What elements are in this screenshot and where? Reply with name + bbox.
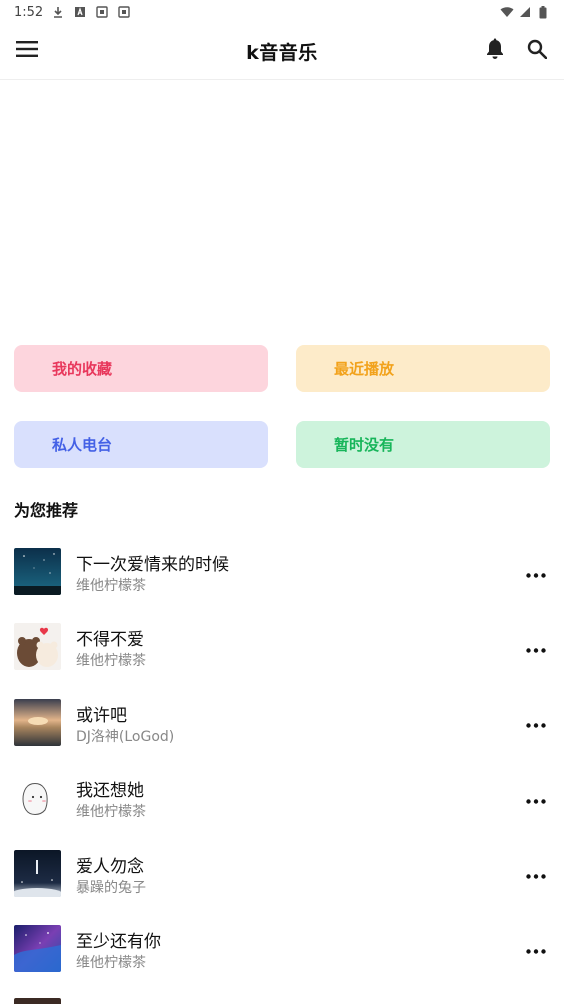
favorites-button[interactable]: 我的收藏 [14, 345, 268, 392]
more-horizontal-icon [526, 713, 546, 732]
more-button[interactable] [522, 860, 550, 888]
download-icon [51, 5, 65, 19]
more-horizontal-icon [526, 789, 546, 808]
song-title: 不得不爱 [76, 630, 144, 651]
album-cover [14, 774, 61, 822]
song-title: 至少还有你 [76, 931, 161, 952]
song-title: 下一次爱情来的时候 [76, 555, 229, 575]
song-item[interactable]: 至少还有你 维他柠檬茶 [0, 917, 564, 992]
sim-icon [95, 5, 109, 19]
a-box-icon [73, 5, 87, 19]
private-radio-button[interactable]: 私人电台 [14, 421, 268, 468]
more-button[interactable] [522, 558, 550, 586]
more-horizontal-icon [526, 638, 546, 657]
song-artist: 维他柠檬茶 [76, 653, 146, 670]
status-time: 1:52 [14, 4, 44, 20]
song-artist: 暴躁的兔子 [76, 879, 146, 896]
search-icon [527, 39, 548, 63]
album-cover [14, 924, 61, 972]
recommend-list: 下一次爱情来的时候 维他柠檬茶 不得不爱 维他柠檬茶 或许吧 DJ洛神(LoGo… [0, 540, 564, 992]
more-horizontal-icon [526, 939, 546, 958]
app-bar: k音音乐 [0, 24, 564, 80]
song-artist: 维他柠檬茶 [76, 578, 146, 594]
more-horizontal-icon [526, 563, 546, 582]
status-bar: 1:52 [0, 0, 564, 24]
wifi-icon [500, 5, 514, 19]
song-title: 或许吧 [76, 705, 127, 726]
signal-icon [518, 5, 532, 19]
more-button[interactable] [522, 709, 550, 737]
song-item[interactable]: 爱人勿念 暴躁的兔子 [0, 842, 564, 917]
none-yet-label: 暂时没有 [334, 436, 395, 454]
favorites-label: 我的收藏 [52, 360, 113, 378]
more-horizontal-icon [526, 864, 546, 883]
more-button[interactable] [522, 935, 550, 963]
more-button[interactable] [522, 784, 550, 812]
none-yet-button[interactable]: 暂时没有 [296, 421, 550, 468]
album-cover [14, 849, 61, 897]
battery-icon [536, 5, 550, 19]
song-artist: 维他柠檬茶 [76, 804, 146, 821]
recent-play-button[interactable]: 最近播放 [296, 345, 550, 392]
song-item[interactable]: 我还想她 维他柠檬茶 [0, 766, 564, 841]
song-item[interactable]: 或许吧 DJ洛神(LoGod) [0, 691, 564, 766]
album-cover [14, 998, 61, 1004]
banner-area[interactable] [0, 80, 564, 330]
private-radio-label: 私人电台 [52, 436, 113, 454]
more-button[interactable] [522, 633, 550, 661]
bell-icon [486, 38, 504, 64]
sim-icon [117, 5, 131, 19]
album-cover [14, 623, 61, 671]
recent-play-label: 最近播放 [334, 360, 395, 378]
song-title: 爱人勿念 [76, 856, 144, 877]
song-artist: DJ洛神(LoGod) [76, 728, 175, 745]
song-item[interactable]: 下一次爱情来的时候 维他柠檬茶 [0, 540, 564, 615]
notification-button[interactable] [480, 36, 510, 66]
album-cover [14, 548, 61, 595]
song-title: 我还想她 [76, 781, 144, 802]
search-button[interactable] [522, 36, 552, 66]
album-cover [14, 698, 61, 746]
song-artist: 维他柠檬茶 [76, 954, 146, 971]
recommend-title: 为您推荐 [14, 501, 79, 520]
song-item[interactable]: 不得不爱 维他柠檬茶 [0, 615, 564, 690]
